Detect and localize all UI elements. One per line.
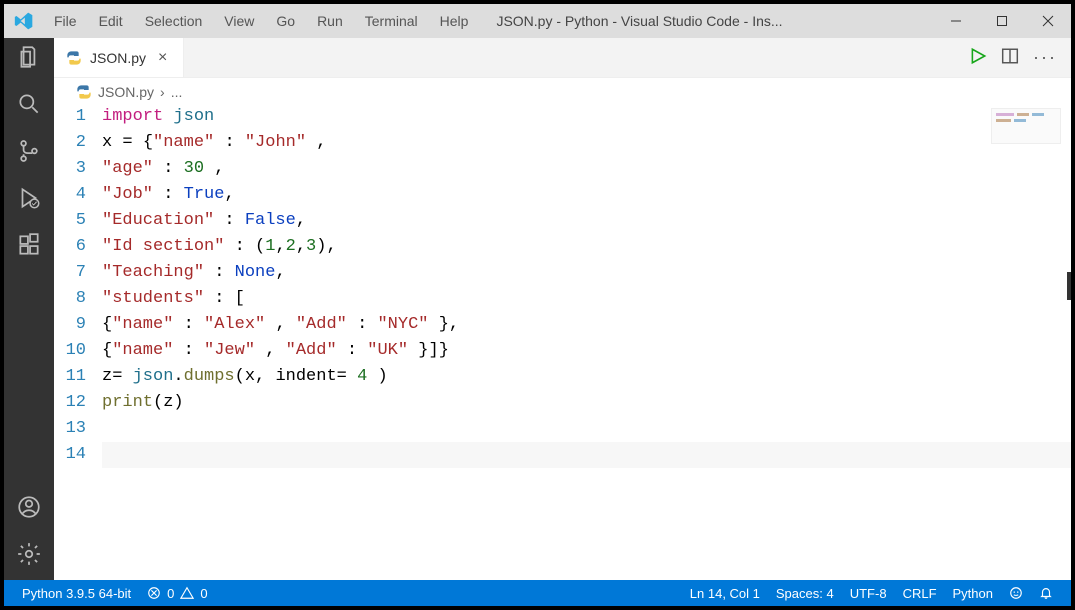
line-text[interactable]: print(z) — [102, 390, 1071, 416]
code-line[interactable]: 5"Education" : False, — [54, 208, 1071, 234]
breadcrumb-sep: › — [160, 84, 165, 100]
window-title: JSON.py - Python - Visual Studio Code - … — [478, 13, 933, 29]
vscode-window: FileEditSelectionViewGoRunTerminalHelp J… — [4, 4, 1071, 606]
status-feedback-icon[interactable] — [1001, 586, 1031, 601]
status-encoding[interactable]: UTF-8 — [842, 586, 895, 601]
line-text[interactable]: z= json.dumps(x, indent= 4 ) — [102, 364, 1071, 390]
line-number: 2 — [54, 130, 102, 156]
run-debug-icon[interactable] — [16, 185, 42, 214]
line-text[interactable]: "students" : [ — [102, 286, 1071, 312]
menu-item-selection[interactable]: Selection — [135, 9, 213, 33]
menu-item-file[interactable]: File — [44, 9, 87, 33]
line-number: 4 — [54, 182, 102, 208]
menu-item-edit[interactable]: Edit — [89, 9, 133, 33]
warning-count: 0 — [200, 586, 207, 601]
line-number: 10 — [54, 338, 102, 364]
vscode-logo-icon — [4, 11, 44, 31]
line-text[interactable]: "Teaching" : None, — [102, 260, 1071, 286]
code-line[interactable]: 3"age" : 30 , — [54, 156, 1071, 182]
menu-bar: FileEditSelectionViewGoRunTerminalHelp — [44, 9, 478, 33]
code-line[interactable]: 13 — [54, 416, 1071, 442]
menu-item-terminal[interactable]: Terminal — [355, 9, 428, 33]
error-icon — [147, 586, 161, 600]
code-line[interactable]: 12print(z) — [54, 390, 1071, 416]
line-number: 11 — [54, 364, 102, 390]
status-spaces[interactable]: Spaces: 4 — [768, 586, 842, 601]
line-text[interactable] — [102, 416, 1071, 442]
code-line[interactable]: 9{"name" : "Alex" , "Add" : "NYC" }, — [54, 312, 1071, 338]
code-line[interactable]: 11z= json.dumps(x, indent= 4 ) — [54, 364, 1071, 390]
editor-tab[interactable]: JSON.py × — [54, 38, 184, 77]
menu-item-help[interactable]: Help — [430, 9, 479, 33]
line-text[interactable] — [102, 442, 1071, 468]
code-line[interactable]: 6"Id section" : (1,2,3), — [54, 234, 1071, 260]
search-icon[interactable] — [16, 91, 42, 120]
settings-gear-icon[interactable] — [16, 541, 42, 570]
split-editor-icon[interactable] — [1001, 47, 1019, 68]
editor-tabs: JSON.py × ··· — [54, 38, 1071, 78]
editor-area: JSON.py × ··· JSON.py › ... 1import json… — [54, 38, 1071, 580]
warning-icon — [180, 586, 194, 600]
minimap[interactable] — [991, 108, 1061, 144]
code-line[interactable]: 8"students" : [ — [54, 286, 1071, 312]
extensions-icon[interactable] — [16, 232, 42, 261]
activity-bar — [4, 38, 54, 580]
minimize-button[interactable] — [933, 4, 979, 38]
menu-item-view[interactable]: View — [214, 9, 264, 33]
status-cursor[interactable]: Ln 14, Col 1 — [682, 586, 768, 601]
status-bar: Python 3.9.5 64-bit 0 0 Ln 14, Col 1 Spa… — [4, 580, 1071, 606]
scrollbar-marker[interactable] — [1067, 272, 1071, 300]
line-number: 8 — [54, 286, 102, 312]
status-eol[interactable]: CRLF — [895, 586, 945, 601]
title-bar: FileEditSelectionViewGoRunTerminalHelp J… — [4, 4, 1071, 38]
line-number: 13 — [54, 416, 102, 442]
line-number: 9 — [54, 312, 102, 338]
code-content[interactable]: 1import json2x = {"name" : "John" ,3"age… — [54, 102, 1071, 468]
line-number: 7 — [54, 260, 102, 286]
breadcrumb-file: JSON.py — [98, 84, 154, 100]
line-text[interactable]: {"name" : "Jew" , "Add" : "UK" }]} — [102, 338, 1071, 364]
status-bell-icon[interactable] — [1031, 586, 1061, 601]
line-text[interactable]: x = {"name" : "John" , — [102, 130, 1071, 156]
more-actions-icon[interactable]: ··· — [1033, 47, 1057, 68]
line-number: 5 — [54, 208, 102, 234]
menu-item-run[interactable]: Run — [307, 9, 353, 33]
source-control-icon[interactable] — [16, 138, 42, 167]
breadcrumb[interactable]: JSON.py › ... — [54, 78, 1071, 102]
line-number: 12 — [54, 390, 102, 416]
code-line[interactable]: 1import json — [54, 104, 1071, 130]
python-file-icon — [76, 84, 92, 100]
breadcrumb-more: ... — [171, 84, 183, 100]
code-line[interactable]: 2x = {"name" : "John" , — [54, 130, 1071, 156]
line-text[interactable]: "Id section" : (1,2,3), — [102, 234, 1071, 260]
status-python-version[interactable]: Python 3.9.5 64-bit — [14, 586, 139, 601]
tab-label: JSON.py — [90, 50, 146, 66]
line-text[interactable]: {"name" : "Alex" , "Add" : "NYC" }, — [102, 312, 1071, 338]
run-file-icon[interactable] — [969, 47, 987, 68]
code-line[interactable]: 14 — [54, 442, 1071, 468]
code-line[interactable]: 4"Job" : True, — [54, 182, 1071, 208]
close-button[interactable] — [1025, 4, 1071, 38]
window-controls — [933, 4, 1071, 38]
maximize-button[interactable] — [979, 4, 1025, 38]
line-text[interactable]: "Education" : False, — [102, 208, 1071, 234]
line-text[interactable]: "age" : 30 , — [102, 156, 1071, 182]
line-text[interactable]: "Job" : True, — [102, 182, 1071, 208]
line-number: 3 — [54, 156, 102, 182]
error-count: 0 — [167, 586, 174, 601]
editor-viewport[interactable]: 1import json2x = {"name" : "John" ,3"age… — [54, 102, 1071, 580]
status-language[interactable]: Python — [945, 586, 1001, 601]
status-problems[interactable]: 0 0 — [139, 586, 215, 601]
menu-item-go[interactable]: Go — [266, 9, 305, 33]
account-icon[interactable] — [16, 494, 42, 523]
line-text[interactable]: import json — [102, 104, 1071, 130]
line-number: 6 — [54, 234, 102, 260]
line-number: 14 — [54, 442, 102, 468]
python-file-icon — [66, 50, 82, 66]
close-tab-icon[interactable]: × — [154, 49, 171, 67]
explorer-icon[interactable] — [16, 44, 42, 73]
line-number: 1 — [54, 104, 102, 130]
code-line[interactable]: 10{"name" : "Jew" , "Add" : "UK" }]} — [54, 338, 1071, 364]
code-line[interactable]: 7"Teaching" : None, — [54, 260, 1071, 286]
